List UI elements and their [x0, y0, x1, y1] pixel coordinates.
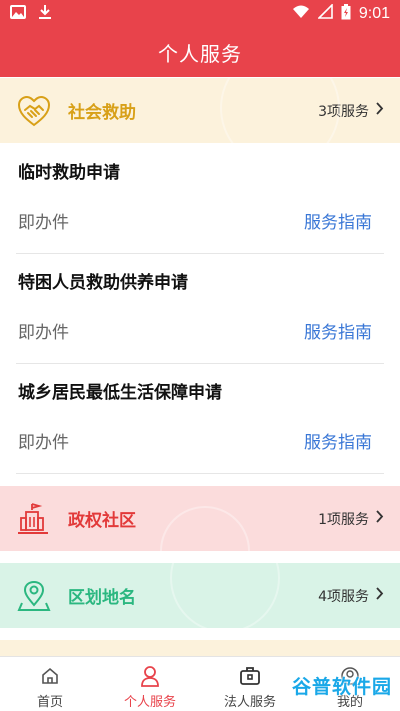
briefcase-icon — [239, 665, 261, 687]
handshake-icon — [16, 93, 52, 129]
nav-label: 法人服务 — [223, 695, 276, 710]
image-icon — [10, 4, 26, 23]
page-title: 个人服务 — [158, 41, 242, 66]
service-guide-link[interactable]: 服务指南 — [304, 428, 372, 453]
location-pin-icon — [16, 578, 52, 614]
category-count: 4项服务 — [318, 586, 384, 606]
chevron-right-icon — [375, 102, 384, 119]
watermark-text: 谷普软件园 — [291, 676, 392, 698]
chevron-right-icon — [375, 510, 384, 527]
app-bar: 个人服务 — [0, 27, 400, 77]
service-title: 城乡居民最低生活保障申请 — [18, 383, 222, 403]
category-name: 区划地名 — [68, 588, 136, 608]
status-bar: 9:01 — [0, 0, 400, 27]
service-type: 即办件 — [18, 323, 69, 343]
person-icon — [139, 665, 161, 687]
decor-circle — [170, 563, 280, 628]
service-title: 临时救助申请 — [18, 163, 120, 183]
government-building-icon — [16, 501, 52, 537]
status-time: 9:01 — [358, 4, 390, 22]
battery-icon — [341, 3, 351, 24]
category-name: 社会救助 — [68, 103, 136, 123]
watermark: 谷普软件园 — [292, 672, 392, 699]
service-title: 特困人员救助供养申请 — [18, 273, 188, 293]
category-count-text: 1项服务 — [318, 511, 369, 528]
chevron-right-icon — [375, 587, 384, 604]
divider — [16, 473, 384, 474]
category-place-names[interactable]: 区划地名 4项服务 — [0, 563, 400, 628]
service-guide-link[interactable]: 服务指南 — [304, 208, 372, 233]
category-partial[interactable] — [0, 640, 400, 656]
decor-circle — [160, 506, 250, 551]
service-item-minimum-living-security[interactable]: 城乡居民最低生活保障申请 即办件 服务指南 — [16, 363, 384, 474]
category-social-assistance[interactable]: 社会救助 3项服务 — [0, 78, 400, 143]
category-count: 1项服务 — [318, 509, 384, 529]
nav-home[interactable]: 首页 — [0, 657, 100, 711]
service-guide-link[interactable]: 服务指南 — [304, 318, 372, 343]
nav-legal-service[interactable]: 法人服务 — [200, 657, 300, 711]
category-count-text: 4项服务 — [318, 588, 369, 605]
service-item-temporary-assistance[interactable]: 临时救助申请 即办件 服务指南 — [16, 143, 384, 254]
signal-icon — [316, 3, 333, 23]
download-icon — [38, 4, 52, 24]
home-icon — [39, 665, 61, 687]
category-name: 政权社区 — [68, 511, 136, 531]
service-type: 即办件 — [18, 433, 69, 453]
nav-label: 个人服务 — [123, 695, 176, 710]
service-item-extreme-poverty-support[interactable]: 特困人员救助供养申请 即办件 服务指南 — [16, 253, 384, 364]
nav-personal-service[interactable]: 个人服务 — [100, 657, 200, 711]
category-community-governance[interactable]: 政权社区 1项服务 — [0, 486, 400, 551]
decor-circle — [220, 78, 340, 143]
nav-label: 首页 — [36, 695, 63, 710]
wifi-icon — [292, 5, 310, 23]
service-type: 即办件 — [18, 213, 69, 233]
